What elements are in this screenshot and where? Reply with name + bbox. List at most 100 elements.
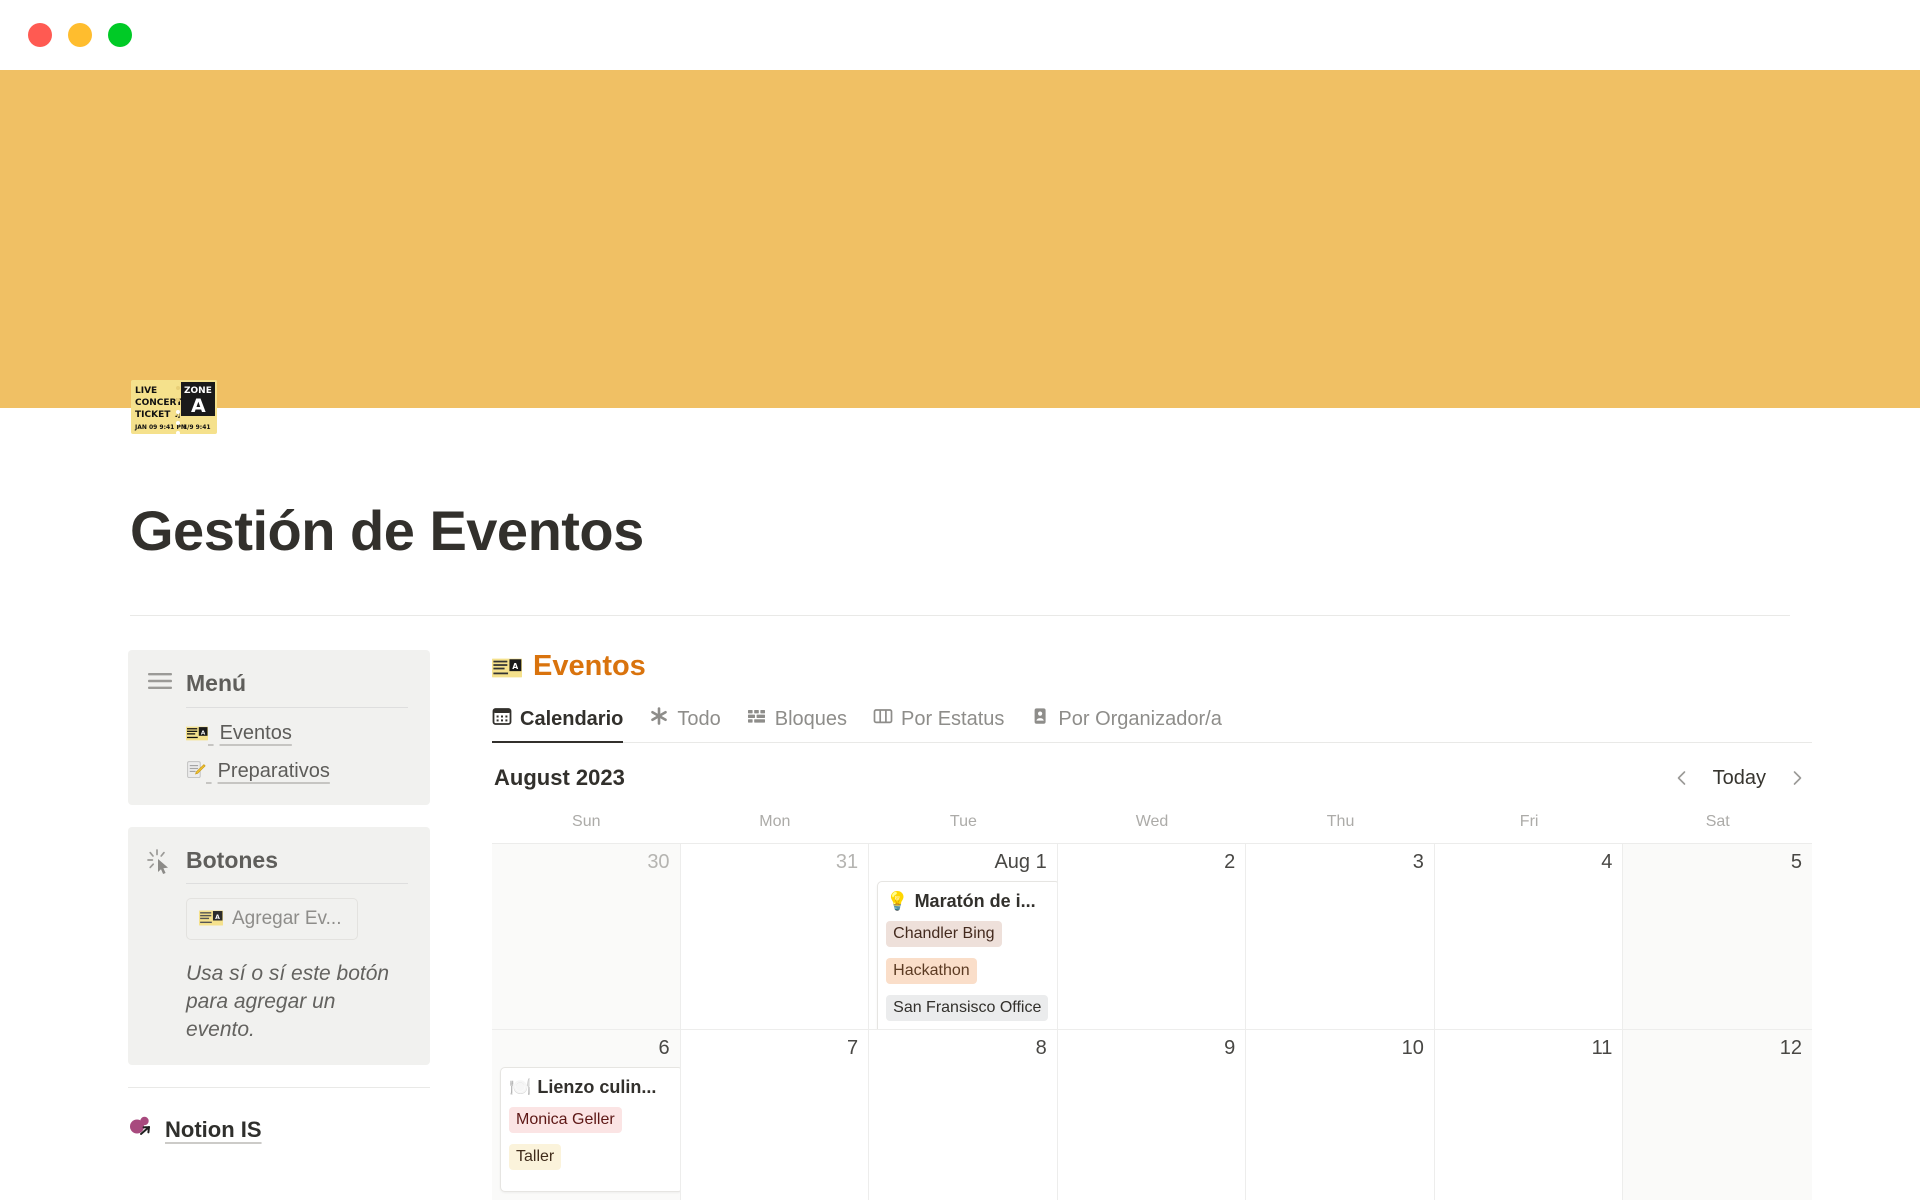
tab-todo[interactable]: Todo	[636, 706, 733, 742]
event-tag: Chandler Bing	[886, 921, 1002, 947]
svg-text:TICKET ♫: TICKET ♫	[135, 410, 182, 420]
calendar-icon	[492, 706, 512, 732]
calendar-month-label: August 2023	[494, 765, 625, 790]
event-tag: San Fransisco Office	[886, 995, 1049, 1021]
calendar-day-number: 30	[647, 851, 670, 873]
notion-is-label: Notion IS	[165, 1117, 262, 1143]
tab-todo-label: Todo	[677, 707, 721, 730]
sidebar-item-preparativos[interactable]: Preparativos	[186, 760, 408, 783]
dining-plate-icon: 🍽️	[509, 1077, 532, 1097]
window-title-bar	[0, 0, 1920, 70]
lightbulb-icon: 💡	[886, 891, 909, 911]
calendar-day-cell[interactable]: 7	[681, 1030, 870, 1200]
window-close-button[interactable]	[28, 23, 52, 47]
buttons-heading: Botones	[186, 846, 278, 873]
sidebar-item-eventos[interactable]: A Eventos	[186, 722, 408, 745]
event-title: 💡 Maratón de i...	[886, 891, 1051, 912]
calendar-day-number: 2	[1224, 851, 1236, 873]
agregar-evento-button[interactable]: A Agregar Ev...	[186, 898, 359, 941]
calendar-day-cell[interactable]: Aug 1 💡 Maratón de i... Chandler Bing Hackat…	[869, 844, 1058, 1030]
calendar-day-cell[interactable]: 30	[492, 844, 681, 1030]
weekday-label: Tue	[949, 813, 977, 830]
event-tag: Taller	[509, 1144, 562, 1170]
svg-text:JAN 09 9:41 PM: JAN 09 9:41 PM	[134, 424, 187, 431]
tab-por-estatus[interactable]: Por Estatus	[860, 706, 1017, 742]
chevron-left-icon[interactable]	[1673, 769, 1691, 787]
menu-callout: Menú A Eventos Preparativos	[128, 650, 430, 805]
svg-text:A: A	[191, 395, 206, 417]
memo-pencil-icon	[186, 760, 212, 782]
sidebar-item-preparativos-label: Preparativos	[217, 759, 330, 782]
calendar-day-cell[interactable]: 11	[1435, 1030, 1624, 1200]
chevron-right-icon[interactable]	[1788, 769, 1806, 787]
calendar-day-cell[interactable]: 10	[1246, 1030, 1435, 1200]
hamburger-menu-icon	[146, 670, 174, 698]
calendar-day-cell[interactable]: 9	[1058, 1030, 1247, 1200]
tab-por-organizador[interactable]: Por Organizador/a	[1017, 706, 1234, 742]
ticket-icon: A	[492, 650, 522, 683]
calendar-event-card[interactable]: 💡 Maratón de i... Chandler Bing Hackathon Sa…	[877, 881, 1057, 1029]
weekday-label: Wed	[1135, 813, 1169, 830]
window-minimize-button[interactable]	[68, 23, 92, 47]
sidebar-item-eventos-label: Eventos	[219, 721, 292, 744]
calendar-day-cell[interactable]: 3	[1246, 844, 1435, 1030]
svg-text:A: A	[201, 730, 206, 736]
menu-heading: Menú	[186, 670, 247, 696]
calendar-day-cell[interactable]: 4	[1434, 844, 1624, 1030]
calendar-weekday-header: Sun Mon Tue Wed Thu Fri Sat	[492, 809, 1812, 844]
calendar-today-button[interactable]: Today	[1713, 767, 1766, 790]
calendar-day-number: 8	[1035, 1037, 1047, 1059]
database-title: A Eventos	[492, 650, 1812, 683]
tab-bloques-label: Bloques	[774, 707, 848, 730]
calendar-day-cell[interactable]: 31	[680, 844, 870, 1030]
event-tag: Hackathon	[886, 958, 977, 984]
agregar-evento-button-label: Agregar Ev...	[232, 908, 342, 930]
calendar-day-cell[interactable]: 8	[869, 1030, 1058, 1200]
notion-is-logo-icon	[128, 1114, 154, 1146]
menu-divider	[186, 706, 408, 708]
page-cover-image: ZONE A LIVE CONCERT TICKET ♫ JAN 09 9:41…	[0, 70, 1920, 434]
calendar-day-cell[interactable]: 6 🍽️ Lienzo culin... Monica Geller Taller	[492, 1030, 681, 1200]
notion-is-link[interactable]: Notion IS	[128, 1114, 430, 1146]
board-columns-icon	[873, 706, 893, 732]
weekday-label: Sun	[572, 813, 601, 830]
sidebar-column: Menú A Eventos Preparativos Botones A Ag…	[128, 650, 430, 1146]
person-id-icon	[1030, 706, 1050, 732]
calendar-day-number: 11	[1591, 1037, 1613, 1059]
page-icon[interactable]: ZONE A LIVE CONCERT TICKET ♫ JAN 09 9:41…	[131, 380, 231, 440]
svg-text:LIVE: LIVE	[135, 386, 157, 396]
ticket-icon: A	[186, 722, 214, 744]
svg-text:A: A	[215, 914, 220, 921]
calendar-event-card[interactable]: 🍽️ Lienzo culin... Monica Geller Taller	[500, 1067, 680, 1192]
blocks-grid-icon	[747, 706, 767, 732]
calendar-day-number: 9	[1224, 1037, 1236, 1059]
svg-text:A: A	[512, 662, 518, 671]
weekday-label: Thu	[1326, 813, 1355, 830]
ticket-icon: A	[199, 908, 223, 930]
calendar-day-number: 31	[835, 851, 859, 873]
calendar-day-cell[interactable]: 12	[1623, 1030, 1812, 1200]
tab-calendario[interactable]: Calendario	[492, 706, 636, 743]
weekday-label: Mon	[759, 813, 791, 830]
calendar-day-number: 7	[847, 1037, 859, 1059]
footer-divider	[128, 1087, 430, 1089]
event-tag: Monica Geller	[509, 1107, 622, 1133]
calendar-day-cell[interactable]: 5	[1623, 844, 1812, 1030]
calendar-day-number: 4	[1601, 851, 1613, 873]
calendar-day-number: 3	[1412, 851, 1424, 873]
database-title-label: Eventos	[533, 650, 646, 682]
svg-text:1/9 9:41: 1/9 9:41	[183, 424, 211, 431]
tab-por-estatus-label: Por Estatus	[901, 707, 1005, 730]
database-view-tabs: Calendario Todo Bloques Por Estatus Por …	[492, 701, 1812, 743]
page-title: Gestión de Eventos	[130, 499, 644, 562]
calendar-day-cell[interactable]: 2	[1057, 844, 1247, 1030]
tab-por-organizador-label: Por Organizador/a	[1058, 707, 1222, 730]
database-column: A Eventos Calendario Todo Bloques Por Es…	[492, 650, 1812, 1200]
click-cursor-icon	[146, 847, 174, 875]
tab-bloques[interactable]: Bloques	[734, 706, 860, 742]
window-maximize-button[interactable]	[108, 23, 132, 47]
calendar-header: August 2023 Today	[492, 743, 1812, 809]
event-title-label: Maratón de i...	[914, 891, 1036, 911]
button-hint-text: Usa sí o sí este botón para agregar un e…	[186, 962, 390, 1041]
title-divider	[130, 615, 1790, 616]
